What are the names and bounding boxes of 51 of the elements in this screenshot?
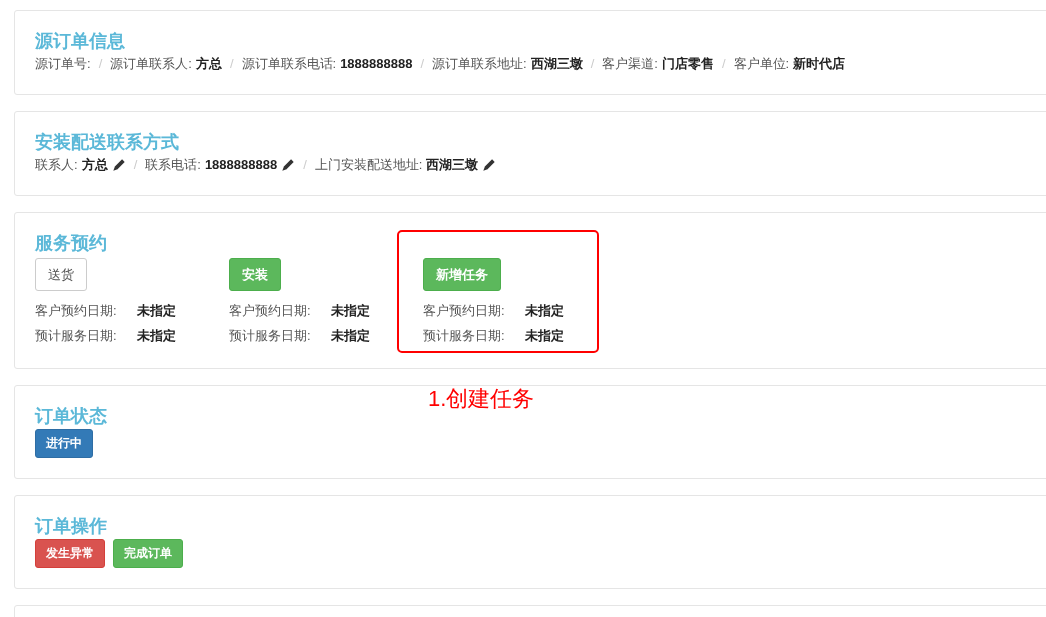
field-value: 未指定 xyxy=(137,302,176,320)
field-label: 上门安装配送地址: xyxy=(314,156,423,174)
pencil-icon[interactable] xyxy=(482,158,497,172)
service-button[interactable]: 安装 xyxy=(229,258,281,291)
field-label: 联系人: xyxy=(35,156,78,174)
field-label: 源订单联系地址: xyxy=(432,55,527,73)
field-value: 未指定 xyxy=(331,302,370,320)
service-button[interactable]: 新增任务 xyxy=(423,258,501,291)
field-value: 1888888888 xyxy=(204,156,278,174)
field-label: 客户渠道: xyxy=(602,55,658,73)
section-title: 订单操作 xyxy=(35,515,107,538)
separator-slash: / xyxy=(133,156,138,174)
pencil-icon[interactable] xyxy=(281,158,296,172)
field-value: 1888888888 xyxy=(340,55,413,73)
status-badge: 进行中 xyxy=(35,429,93,458)
field-value: 方总 xyxy=(81,156,108,174)
field-label: 源订单联系电话: xyxy=(241,55,337,73)
field-label: 源订单联系人: xyxy=(110,55,192,73)
field-value: 西湖三墩 xyxy=(426,156,479,174)
separator-slash: / xyxy=(721,55,726,73)
field-value: 方总 xyxy=(195,55,222,73)
field-label: 预计服务日期: xyxy=(35,327,118,345)
annotation-label: 1.创建任务 xyxy=(428,386,535,412)
field-value: 西湖三墩 xyxy=(530,55,583,73)
section-title: 安装配送联系方式 xyxy=(35,131,179,154)
field-label: 客户预约日期: xyxy=(229,302,312,320)
section-title: 源订单信息 xyxy=(35,30,125,53)
field-value: 未指定 xyxy=(137,327,176,345)
separator-slash: / xyxy=(420,55,425,73)
field-label: 客户预约日期: xyxy=(35,302,118,320)
field-label: 客户单位: xyxy=(733,55,790,73)
field-value: 未指定 xyxy=(331,327,370,345)
field-label: 源订单号: xyxy=(35,55,91,73)
separator-slash: / xyxy=(229,55,234,73)
field-value: 新时代店 xyxy=(793,55,846,73)
section-title: 服务预约 xyxy=(35,232,107,255)
field-label: 预计服务日期: xyxy=(229,327,312,345)
pencil-icon[interactable] xyxy=(111,158,126,172)
section-title: 订单状态 xyxy=(35,405,107,428)
field-label: 联系电话: xyxy=(145,156,201,174)
field-label: 预计服务日期: xyxy=(423,327,506,345)
separator-slash: / xyxy=(98,55,103,73)
separator-slash: / xyxy=(590,55,595,73)
field-value: 未指定 xyxy=(525,327,564,345)
action-button[interactable]: 完成订单 xyxy=(113,539,183,568)
field-value: 门店零售 xyxy=(661,55,714,73)
field-value: 未指定 xyxy=(525,302,564,320)
service-button[interactable]: 送货 xyxy=(35,258,87,291)
action-button[interactable]: 发生异常 xyxy=(35,539,105,568)
field-label: 客户预约日期: xyxy=(423,302,506,320)
separator-slash: / xyxy=(303,156,307,174)
